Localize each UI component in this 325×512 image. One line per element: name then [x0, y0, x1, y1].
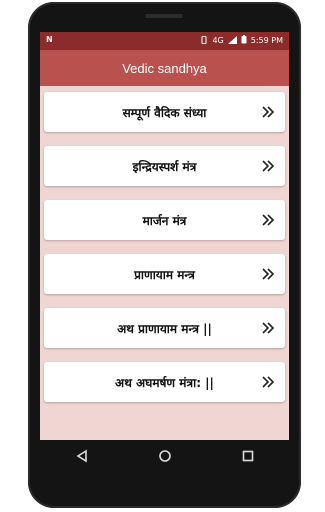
list-item[interactable]: अथ अघमर्षण मंत्रा: ||: [44, 362, 285, 402]
system-navbar: [40, 440, 289, 472]
chevron-right-icon: [262, 376, 275, 388]
list-item[interactable]: मार्जन मंत्र: [44, 200, 285, 240]
status-bar: N 4G 5:59 PM: [40, 32, 289, 50]
chevron-right-icon: [262, 214, 275, 226]
list-item-label: मार्जन मंत्र: [142, 213, 187, 228]
status-right-group: 4G 5:59 PM: [200, 35, 283, 46]
list-item[interactable]: प्राणायाम मन्त्र: [44, 254, 285, 294]
back-icon: [75, 449, 87, 463]
list-item-label: सम्पूर्ण वैदिक संध्या: [122, 105, 207, 120]
phone-frame: N 4G 5:59 PM Vedic sandhya सम्पूर्ण वैदि: [28, 2, 301, 508]
vibrate-icon: [200, 35, 208, 46]
list-item[interactable]: अथ प्राणायाम मन्त्र ||: [44, 308, 285, 348]
list-item-label: इन्द्रियस्पर्श मंत्र: [132, 159, 197, 174]
battery-icon: [241, 35, 247, 46]
screen: N 4G 5:59 PM Vedic sandhya सम्पूर्ण वैदि: [40, 32, 289, 440]
recents-button[interactable]: [238, 446, 258, 466]
clock: 5:59 PM: [250, 36, 283, 45]
notification-n-icon: N: [46, 35, 53, 44]
signal-icon: [227, 35, 237, 46]
chevron-right-icon: [262, 322, 275, 334]
network-type: 4G: [212, 36, 224, 45]
app-bar: Vedic sandhya: [40, 50, 289, 86]
phone-speaker: [145, 14, 183, 18]
list-item-label: अथ अघमर्षण मंत्रा: ||: [115, 375, 214, 390]
chevron-right-icon: [262, 106, 275, 118]
app-title: Vedic sandhya: [122, 60, 207, 76]
home-button[interactable]: [155, 446, 175, 466]
list-item-label: प्राणायाम मन्त्र: [134, 267, 195, 282]
list-item-label: अथ प्राणायाम मन्त्र ||: [117, 321, 212, 336]
list-item[interactable]: सम्पूर्ण वैदिक संध्या: [44, 92, 285, 132]
list-item[interactable]: इन्द्रियस्पर्श मंत्र: [44, 146, 285, 186]
home-icon: [158, 450, 171, 462]
recents-icon: [242, 450, 253, 462]
back-button[interactable]: [72, 446, 92, 466]
chevron-right-icon: [262, 268, 275, 280]
chevron-right-icon: [262, 160, 275, 172]
